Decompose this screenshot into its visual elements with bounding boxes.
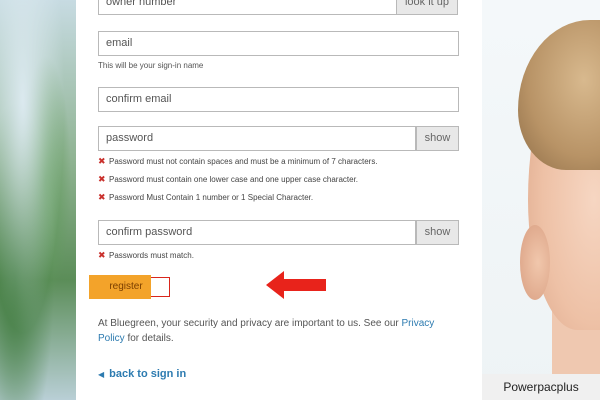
x-mark-icon: ✖: [98, 174, 106, 184]
password-error-3: ✖ Password Must Contain 1 number or 1 Sp…: [98, 192, 313, 203]
photo-child-hair: [518, 20, 600, 170]
register-button[interactable]: register: [89, 275, 170, 299]
lookup-button-label: look it up: [404, 0, 450, 8]
password-input[interactable]: password: [98, 126, 416, 151]
email-hint: This will be your sign-in name: [98, 61, 204, 70]
register-label: register: [109, 281, 143, 292]
email-input[interactable]: email: [98, 31, 459, 56]
password-error-text: Password Must Contain 1 number or 1 Spec…: [109, 193, 314, 202]
confirm-email-input[interactable]: confirm email: [98, 87, 459, 112]
chevron-left-icon: ◀: [98, 370, 105, 379]
confirm-password-placeholder: confirm password: [106, 226, 193, 238]
privacy-notice: At Bluegreen, your security and privacy …: [98, 316, 458, 346]
back-to-sign-in-label: back to sign in: [109, 368, 187, 380]
confirm-password-show-label: show: [424, 226, 451, 238]
privacy-suffix: for details.: [124, 333, 174, 344]
back-to-sign-in-link[interactable]: ◀ back to sign in: [98, 368, 186, 380]
owner-number-placeholder: owner number: [106, 0, 177, 8]
confirm-password-input[interactable]: confirm password: [98, 220, 416, 245]
password-show-button[interactable]: show: [416, 126, 459, 151]
x-mark-icon: ✖: [98, 250, 106, 260]
password-show-label: show: [424, 132, 451, 144]
registration-panel: owner number look it up email This will …: [76, 0, 482, 400]
email-placeholder: email: [106, 37, 133, 49]
background-photo-left: [0, 0, 76, 400]
owner-number-input[interactable]: owner number: [98, 0, 397, 15]
password-error-text: Password must contain one lower case and…: [109, 175, 359, 184]
confirm-password-error: ✖ Passwords must match.: [98, 250, 194, 261]
x-mark-icon: ✖: [98, 156, 106, 166]
password-placeholder: password: [106, 132, 154, 144]
confirm-password-error-text: Passwords must match.: [109, 251, 194, 260]
arrow-shape: [266, 271, 326, 299]
privacy-text: At Bluegreen, your security and privacy …: [98, 318, 402, 329]
confirm-password-show-button[interactable]: show: [416, 220, 459, 245]
lookup-button[interactable]: look it up: [396, 0, 458, 15]
password-error-text: Password must not contain spaces and mus…: [109, 157, 378, 166]
password-error-2: ✖ Password must contain one lower case a…: [98, 174, 358, 185]
confirm-email-placeholder: confirm email: [106, 93, 172, 105]
watermark: Powerpacplus: [482, 374, 600, 400]
x-mark-icon: ✖: [98, 192, 106, 202]
password-error-1: ✖ Password must not contain spaces and m…: [98, 156, 378, 167]
background-photo-right: [482, 0, 600, 400]
red-arrow-left-icon: [266, 271, 326, 299]
photo-child-ear: [520, 225, 550, 300]
